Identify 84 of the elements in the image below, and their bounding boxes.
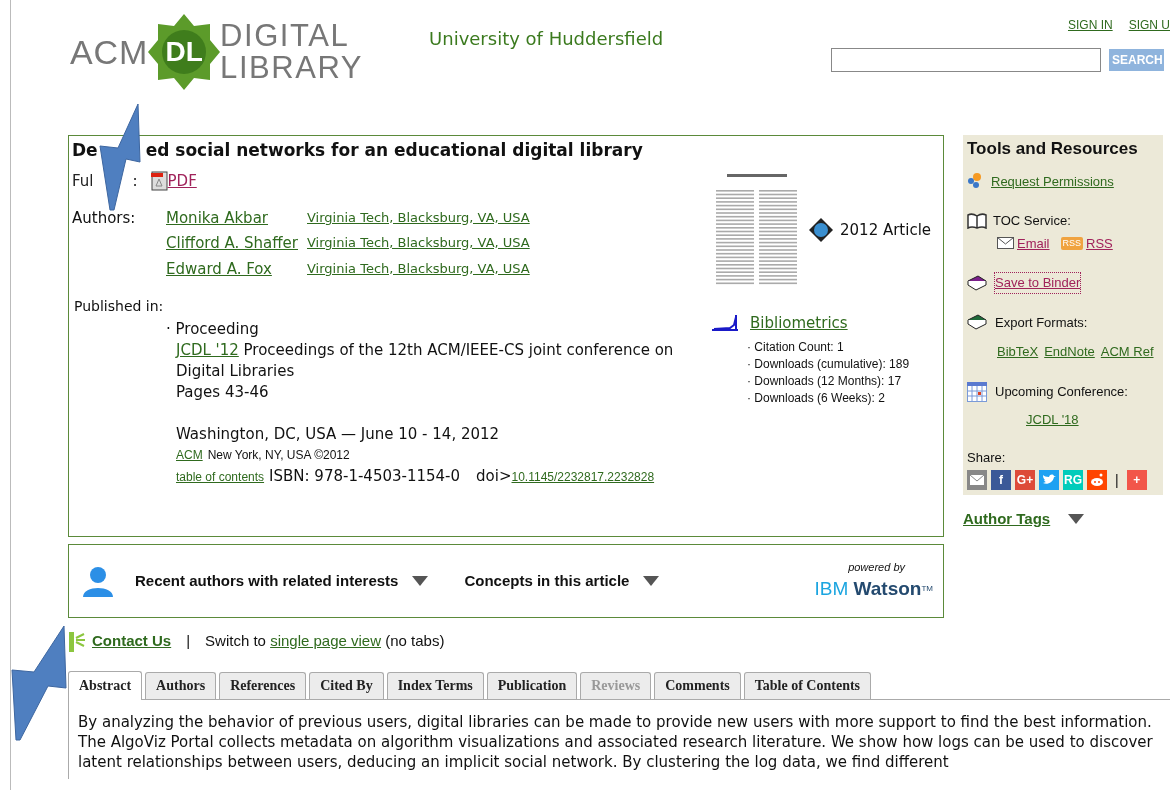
field-label: TOC Service: — [993, 212, 1071, 230]
save-to-binder-link[interactable]: Save to Binder — [995, 273, 1081, 293]
pdf-link[interactable]: PDF — [167, 170, 197, 193]
contact-link[interactable]: Contact Us — [92, 630, 172, 653]
separator-text: | — [186, 631, 191, 651]
author-tags-link[interactable]: Author Tags — [963, 508, 1051, 531]
share-button[interactable]: G+ — [1015, 470, 1035, 490]
author-link[interactable]: Clifford A. Shaffer — [166, 232, 307, 255]
affiliation-link[interactable]: Virginia Tech, Blacksburg, VA, USA — [307, 207, 530, 229]
request-permissions-link[interactable]: Request Permissions — [991, 171, 1114, 191]
tab[interactable]: Cited By — [309, 671, 384, 699]
separator-text: | — [1115, 470, 1119, 490]
pages-text: Pages 43-46 — [176, 382, 269, 403]
affiliation-link[interactable]: Virginia Tech, Blacksburg, VA, USA — [307, 233, 530, 255]
publication-type: · Proceeding — [166, 319, 259, 340]
venue-text: JCDL '12 Proceedings of the 12th ACM/IEEE-CS joint conference on Digital Libraries — [176, 340, 675, 382]
tab[interactable]: References — [219, 671, 307, 699]
powered-by-text: powered by — [848, 559, 905, 575]
toc-link[interactable]: table of contents — [176, 467, 265, 488]
chart-icon[interactable] — [712, 315, 738, 332]
rss-link[interactable]: RSS — [1086, 233, 1113, 253]
dropdown-toggle[interactable]: Concepts in this article — [464, 569, 630, 593]
bibliometrics-link[interactable]: Bibliometrics — [750, 312, 848, 335]
field-label: Published in: — [74, 297, 164, 316]
export-link[interactable]: EndNote — [1044, 342, 1095, 362]
pdf-icon[interactable] — [150, 171, 168, 192]
alien-share-icon[interactable] — [1087, 470, 1107, 490]
tab[interactable]: Authors — [145, 671, 217, 699]
caret-icon[interactable] — [1068, 514, 1085, 525]
rss-badge: RSS — [1060, 236, 1084, 250]
share-button[interactable]: f — [991, 470, 1011, 490]
conference-link[interactable]: JCDL '18 — [1026, 409, 1079, 429]
circles-icon — [967, 173, 983, 190]
mail-share-icon[interactable] — [967, 470, 987, 490]
location-text: Washington, DC, USA — June 10 - 14, 2012 — [176, 424, 500, 445]
panel-title: Tools and Resources — [967, 138, 1138, 160]
abstract-text: By analyzing the behavior of previous users, digital libraries can be made to provide new users with more support to find the best information. The AlgoViz Portal collects metadata on algorithm visualizations and associated research literature. We show how logs can be used to discover latent relationships between users, deducing an implicit social network. By clustering the log data, we find different — [78, 711, 1153, 772]
field-label: Ful — [72, 171, 94, 192]
metric-text: · Downloads (cumulative): 189 — [747, 355, 910, 373]
email-link[interactable]: Email — [1017, 233, 1050, 253]
search-field[interactable] — [831, 48, 1101, 72]
publisher-text: New York, NY, USA ©2012 — [207, 447, 350, 464]
dropdown-toggle[interactable]: Recent authors with related interests — [135, 569, 399, 593]
export-link[interactable]: ACM Ref — [1100, 342, 1154, 362]
doi-link[interactable]: 10.1145/2232817.2232828 — [511, 467, 655, 488]
envelope-icon — [997, 237, 1014, 250]
book-icon — [967, 212, 987, 229]
metric-text: · Downloads (12 Months): 17 — [747, 372, 902, 390]
tab[interactable]: Table of Contents — [743, 671, 872, 699]
acm-badge-icon — [808, 217, 834, 243]
isbn-text: ISBN: 978-1-4503-1154-0 — [269, 466, 461, 487]
article-title: De — [72, 139, 98, 162]
caret-icon[interactable] — [412, 576, 429, 586]
tab[interactable]: Comments — [654, 671, 741, 699]
calendar-icon — [967, 381, 987, 402]
header-link[interactable]: SIGN IN — [1068, 16, 1113, 34]
author-link[interactable]: Edward A. Fox — [166, 257, 307, 280]
institution-name: University of Huddersfield — [429, 27, 664, 49]
person-icon[interactable] — [83, 565, 113, 597]
contact-icon[interactable] — [68, 630, 86, 653]
affiliation-link[interactable]: Virginia Tech, Blacksburg, VA, USA — [307, 258, 530, 280]
tab[interactable]: Publication — [486, 671, 578, 699]
article-title: ed social networks for an educational digital library — [145, 139, 643, 162]
metric-text: · Downloads (6 Weeks): 2 — [747, 389, 885, 407]
field-label: Authors: — [72, 207, 137, 227]
field-label: : — [132, 171, 138, 192]
single-page-link[interactable]: single page view — [270, 632, 382, 649]
export-link[interactable]: BibTeX — [997, 342, 1039, 362]
caret-icon[interactable] — [643, 576, 660, 586]
field-label: Export Formats: — [995, 313, 1088, 332]
watson-logo: IBM Watson$^{TM}$ — [814, 577, 933, 601]
publisher-link[interactable]: ACM — [176, 445, 203, 466]
tab[interactable]: Abstract — [68, 670, 143, 700]
field-label: Share: — [967, 449, 1006, 467]
tab[interactable]: Index Terms — [386, 671, 484, 699]
author-link[interactable]: Monika Akbar — [166, 206, 307, 229]
bird-share-icon[interactable] — [1039, 470, 1059, 490]
header-link[interactable]: SIGN U — [1128, 16, 1170, 34]
venue-link[interactable]: JCDL '12 — [176, 341, 239, 359]
article-type: 2012 Article — [840, 219, 932, 241]
metric-text: · Citation Count: 1 — [747, 338, 844, 356]
view-switch-text: Switch to single page view (no tabs) — [205, 631, 445, 651]
field-label: Upcoming Conference: — [995, 383, 1128, 401]
doi-label: doi> — [476, 466, 512, 487]
